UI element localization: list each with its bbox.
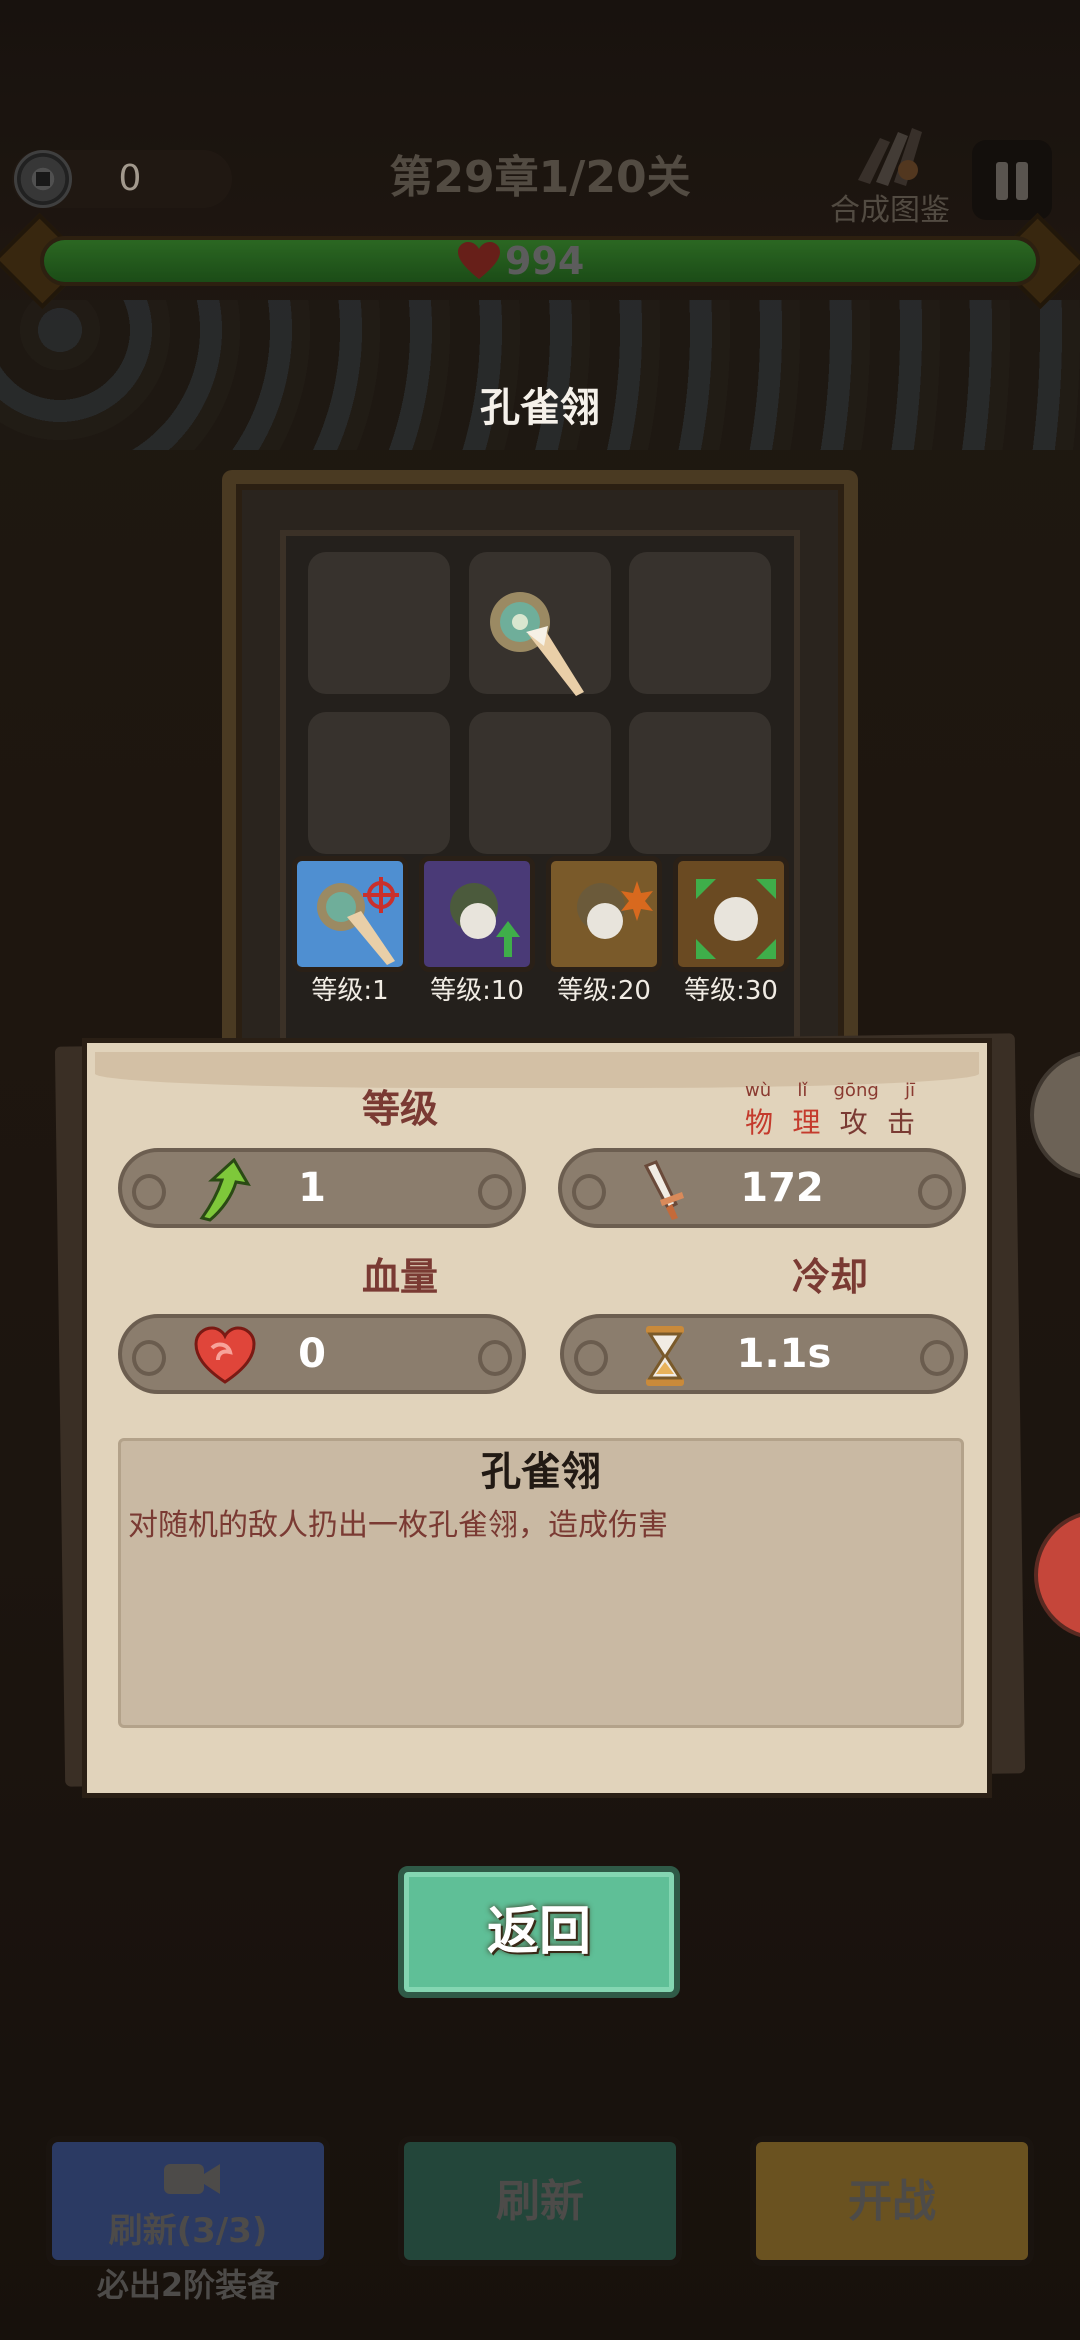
start-battle-label: 开战 bbox=[848, 2176, 936, 2227]
tier-30-label: 等级:30 bbox=[684, 976, 778, 1006]
hp-stat-pill: 0 bbox=[118, 1314, 526, 1394]
item-title: 孔雀翎 bbox=[480, 385, 600, 431]
cooldown-stat-pill: 1.1s bbox=[560, 1314, 968, 1394]
cooldown-heading: 冷却 bbox=[791, 1255, 868, 1299]
pinyin-char: jī bbox=[904, 1080, 915, 1101]
attack-heading: wù lǐ gōng jī 物 理 攻 击 bbox=[745, 1080, 915, 1140]
back-button[interactable]: 返回 bbox=[398, 1866, 680, 1998]
feather-upgrade-icon bbox=[450, 883, 520, 957]
cooldown-value: 1.1s bbox=[736, 1331, 832, 1377]
grid-slot bbox=[308, 712, 450, 854]
level-heading: 等级 bbox=[361, 1087, 438, 1131]
level-value: 1 bbox=[298, 1165, 326, 1211]
tier-30-icon[interactable] bbox=[673, 856, 789, 972]
hanzi-char: 击 bbox=[886, 1106, 915, 1139]
tier-20-icon[interactable] bbox=[546, 856, 662, 972]
refresh-ad-button[interactable]: 刷新(3/3) bbox=[46, 2136, 330, 2266]
refresh-label: 刷新 bbox=[496, 2176, 584, 2227]
feather-expand-icon bbox=[696, 879, 776, 959]
pinyin-char: wù bbox=[745, 1080, 772, 1101]
tier-1-icon[interactable] bbox=[292, 856, 408, 972]
grid-slot bbox=[629, 552, 771, 694]
back-button-label: 返回 bbox=[486, 1902, 591, 1962]
attack-value: 172 bbox=[740, 1165, 824, 1211]
feather-burst-icon bbox=[577, 881, 653, 939]
video-camera-icon bbox=[164, 2164, 220, 2194]
description-text: 对随机的敌人扔出一枚孔雀翎，造成伤害 bbox=[128, 1508, 668, 1543]
refresh-ad-note: 必出2阶装备 bbox=[96, 2266, 280, 2304]
hp-heading: 血量 bbox=[361, 1255, 438, 1299]
tier-1-label: 等级:1 bbox=[311, 976, 389, 1006]
grid-slot bbox=[469, 712, 611, 854]
hanzi-char: 物 bbox=[745, 1106, 774, 1139]
refresh-button[interactable]: 刷新 bbox=[398, 2136, 682, 2266]
peacock-feather-icon bbox=[490, 592, 584, 696]
peacock-feather-icon bbox=[317, 877, 399, 965]
hanzi-char: 理 bbox=[792, 1106, 821, 1139]
grid-slot bbox=[629, 712, 771, 854]
refresh-ad-label: 刷新(3/3) bbox=[108, 2211, 268, 2251]
hp-stat-value: 0 bbox=[298, 1331, 326, 1377]
pinyin-char: lǐ bbox=[797, 1080, 808, 1101]
hanzi-char: 攻 bbox=[839, 1106, 868, 1139]
attack-pinyin: wù lǐ gōng jī bbox=[745, 1080, 915, 1101]
description-title: 孔雀翎 bbox=[481, 1449, 601, 1495]
tier-10-icon[interactable] bbox=[419, 856, 535, 972]
grid-slot bbox=[308, 552, 450, 694]
tier-20-label: 等级:20 bbox=[557, 976, 651, 1006]
attack-stat-pill: 172 bbox=[558, 1148, 966, 1228]
tier-10-label: 等级:10 bbox=[430, 976, 524, 1006]
pinyin-char: gōng bbox=[833, 1080, 879, 1101]
level-stat-pill: 1 bbox=[118, 1148, 526, 1228]
start-battle-button[interactable]: 开战 bbox=[750, 2136, 1034, 2266]
attack-hanzi: 物 理 攻 击 bbox=[745, 1101, 915, 1141]
